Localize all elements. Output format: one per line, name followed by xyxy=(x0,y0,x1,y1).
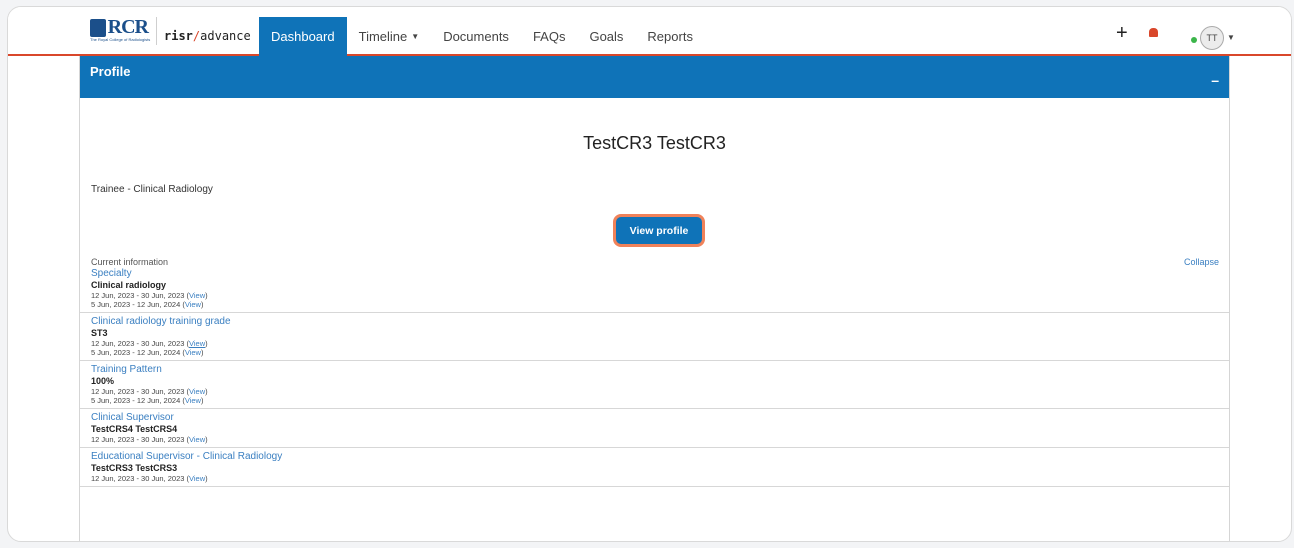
view-link[interactable]: View xyxy=(189,291,205,300)
section-title-link[interactable]: Training Pattern xyxy=(91,364,1218,376)
collapse-link[interactable]: Collapse xyxy=(1184,257,1219,267)
date-range-text: 12 Jun, 2023 - 30 Jun, 2023 xyxy=(91,339,185,348)
logo-subtext: The Royal College of Radiologists xyxy=(90,37,151,42)
section-title-link[interactable]: Clinical radiology training grade xyxy=(91,316,1218,328)
nav-faqs[interactable]: FAQs xyxy=(521,17,578,56)
view-link[interactable]: View xyxy=(185,396,201,405)
chevron-down-icon: ▼ xyxy=(411,32,420,41)
nav-dashboard[interactable]: Dashboard xyxy=(259,17,347,56)
plus-icon[interactable]: + xyxy=(1116,23,1128,43)
date-range-text: 5 Jun, 2023 - 12 Jun, 2024 xyxy=(91,348,181,357)
nav-label: FAQs xyxy=(532,29,566,44)
bell-icon[interactable] xyxy=(1149,28,1158,37)
view-link[interactable]: View xyxy=(185,300,201,309)
nav-label: Reports xyxy=(647,29,693,44)
section-value: TestCRS4 TestCRS4 xyxy=(91,424,178,434)
date-range-text: 12 Jun, 2023 - 30 Jun, 2023 xyxy=(91,435,185,444)
view-link[interactable]: View xyxy=(185,348,201,357)
view-profile-button[interactable]: View profile xyxy=(616,217,702,244)
nav-label: Dashboard xyxy=(271,29,335,44)
main-nav: Dashboard Timeline ▼ Documents FAQs Goals… xyxy=(259,17,705,56)
minimize-icon[interactable]: – xyxy=(1211,72,1219,88)
section-value: Clinical radiology xyxy=(91,280,167,290)
date-range-text: 12 Jun, 2023 - 30 Jun, 2023 xyxy=(91,291,185,300)
date-range-text: 5 Jun, 2023 - 12 Jun, 2024 xyxy=(91,300,181,309)
list-item: Clinical Supervisor TestCRS4 TestCRS4 12… xyxy=(80,409,1229,448)
date-range-text: 5 Jun, 2023 - 12 Jun, 2024 xyxy=(91,396,181,405)
date-range-text: 12 Jun, 2023 - 30 Jun, 2023 xyxy=(91,474,185,483)
list-item: Specialty Clinical radiology 12 Jun, 202… xyxy=(80,267,1229,313)
view-link[interactable]: View xyxy=(189,474,205,483)
date-range-text: 12 Jun, 2023 - 30 Jun, 2023 xyxy=(91,387,185,396)
view-link[interactable]: View xyxy=(189,435,205,444)
nav-documents[interactable]: Documents xyxy=(431,17,521,56)
product-name-bold: risr xyxy=(164,29,193,43)
section-title-link[interactable]: Clinical Supervisor xyxy=(91,412,1218,424)
card-title: Profile xyxy=(90,64,131,79)
profile-card: Profile – TestCR3 TestCR3 Trainee - Clin… xyxy=(79,56,1230,541)
profile-name: TestCR3 TestCR3 xyxy=(583,133,726,153)
date-range: 5 Jun, 2023 - 12 Jun, 2024 (View) xyxy=(91,300,204,309)
product-logo[interactable]: risr/advance xyxy=(164,29,251,43)
logo-divider xyxy=(156,17,157,45)
product-name-rest: advance xyxy=(200,29,251,43)
nav-goals[interactable]: Goals xyxy=(577,17,635,56)
date-range: 12 Jun, 2023 - 30 Jun, 2023 (View) xyxy=(91,435,208,444)
avatar[interactable]: TT xyxy=(1200,26,1224,50)
logo-text: RCR xyxy=(107,16,149,38)
date-range: 12 Jun, 2023 - 30 Jun, 2023 (View) xyxy=(91,291,208,300)
browser-frame: RCR The Royal College of Radiologists ri… xyxy=(7,6,1292,542)
profile-card-header: Profile – xyxy=(80,56,1229,98)
date-range: 12 Jun, 2023 - 30 Jun, 2023 (View) xyxy=(91,387,208,396)
chevron-down-icon[interactable]: ▼ xyxy=(1227,33,1235,42)
section-title-link[interactable]: Educational Supervisor - Clinical Radiol… xyxy=(91,451,1218,463)
section-title-link[interactable]: Specialty xyxy=(91,268,1218,280)
nav-label: Documents xyxy=(443,29,509,44)
nav-label: Timeline xyxy=(358,29,408,44)
section-value: TestCRS3 TestCRS3 xyxy=(91,463,178,473)
date-range: 12 Jun, 2023 - 30 Jun, 2023 (View) xyxy=(91,339,208,348)
list-item: Clinical radiology training grade ST3 12… xyxy=(80,313,1229,361)
section-value: 100% xyxy=(91,376,115,386)
section-value: ST3 xyxy=(91,328,108,338)
date-range: 5 Jun, 2023 - 12 Jun, 2024 (View) xyxy=(91,396,204,405)
date-range: 5 Jun, 2023 - 12 Jun, 2024 (View) xyxy=(91,348,204,357)
top-navbar: RCR The Royal College of Radiologists ri… xyxy=(8,7,1291,56)
profile-role: Trainee - Clinical Radiology xyxy=(91,184,213,195)
date-range: 12 Jun, 2023 - 30 Jun, 2023 (View) xyxy=(91,474,208,483)
crest-icon xyxy=(90,18,106,37)
nav-timeline[interactable]: Timeline ▼ xyxy=(347,17,432,56)
status-dot xyxy=(1191,37,1197,43)
current-information-list: Specialty Clinical radiology 12 Jun, 202… xyxy=(80,267,1229,487)
view-link[interactable]: View xyxy=(189,387,205,396)
view-link[interactable]: View xyxy=(189,339,205,348)
current-information-label: Current information xyxy=(91,257,169,267)
nav-reports[interactable]: Reports xyxy=(635,17,705,56)
nav-label: Goals xyxy=(589,29,624,44)
list-item: Educational Supervisor - Clinical Radiol… xyxy=(80,448,1229,487)
list-item: Training Pattern 100% 12 Jun, 2023 - 30 … xyxy=(80,361,1229,409)
